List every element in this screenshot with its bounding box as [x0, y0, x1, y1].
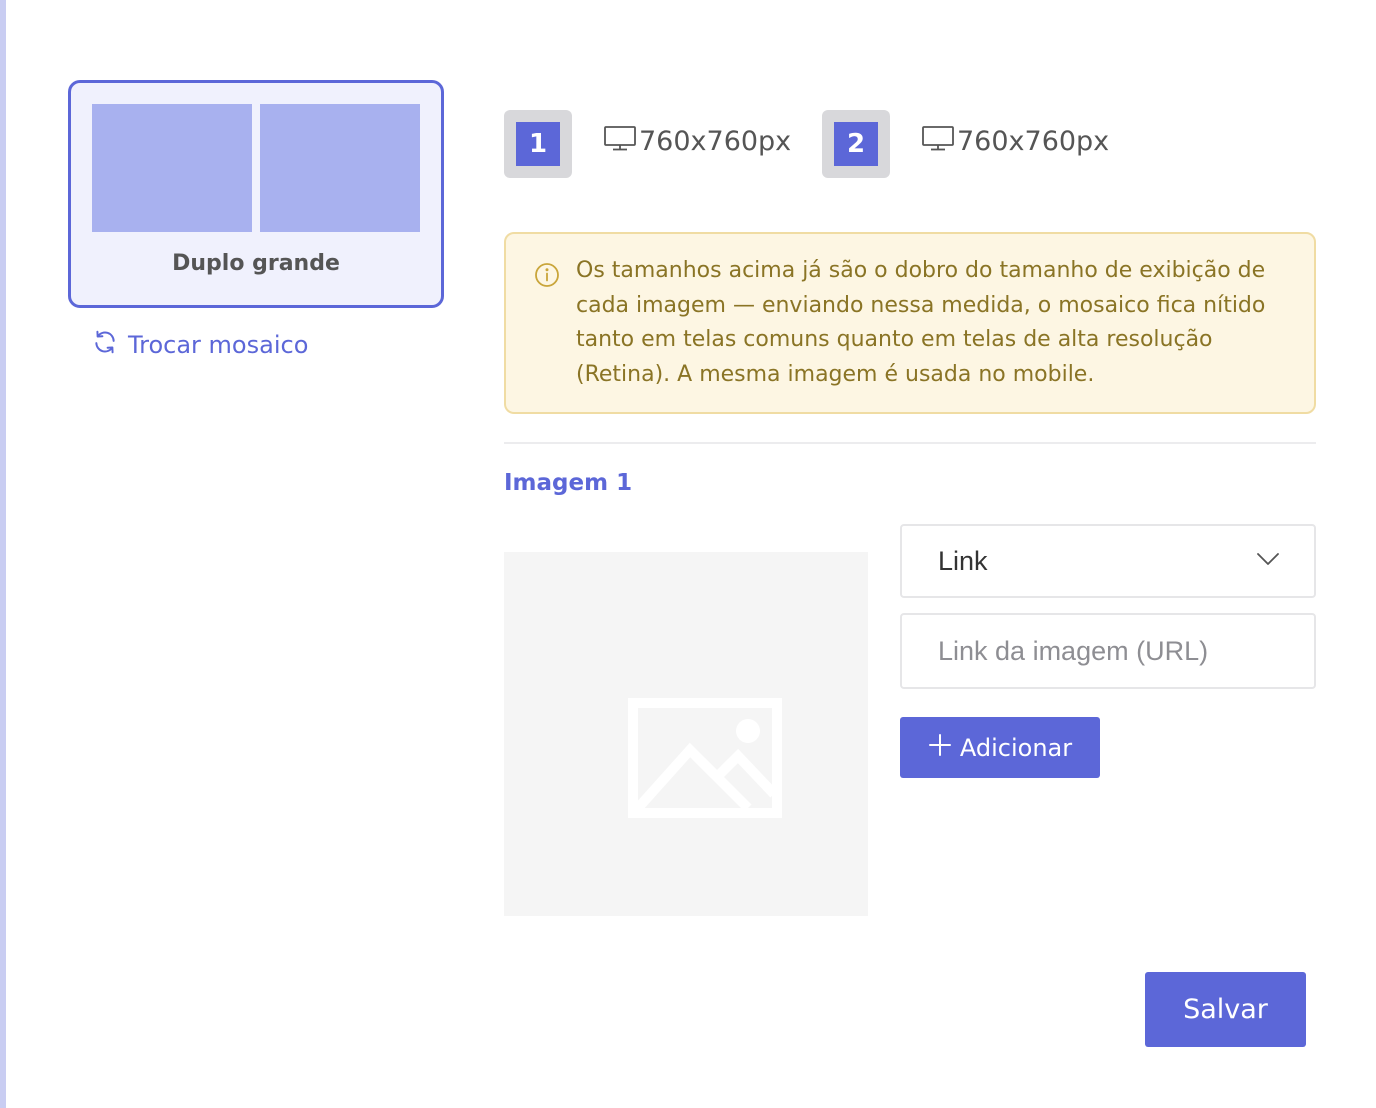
image-slot-number: 1 — [516, 122, 560, 166]
plus-icon — [928, 733, 952, 763]
image-slot-2-chip[interactable]: 2 — [822, 110, 890, 178]
mosaic-tile-2 — [260, 104, 420, 232]
size-label: 760x760px — [639, 125, 792, 157]
monitor-icon — [921, 124, 955, 159]
mosaic-label: Duplo grande — [172, 251, 340, 276]
image-slot-1-chip[interactable]: 1 — [504, 110, 572, 178]
left-rail — [0, 0, 6, 1108]
mosaic-tile-1 — [92, 104, 252, 232]
swap-mosaic-link[interactable]: Trocar mosaico — [92, 328, 308, 362]
add-button-label: Adicionar — [959, 733, 1073, 762]
image-preview — [504, 552, 868, 916]
info-icon — [534, 262, 560, 288]
image-section-title: Imagem 1 — [504, 470, 633, 496]
image-slot-1-size: 760x760px — [603, 122, 791, 160]
chevron-down-icon — [1256, 552, 1280, 571]
add-button[interactable]: Adicionar — [900, 717, 1100, 778]
image-slot-2-size: 760x760px — [921, 122, 1109, 160]
monitor-icon — [603, 124, 637, 159]
refresh-icon — [92, 329, 118, 361]
image-slot-number: 2 — [834, 122, 878, 166]
divider — [504, 442, 1316, 444]
info-text: Os tamanhos acima já são o dobro do tama… — [576, 258, 1266, 387]
mosaic-preview-card[interactable]: Duplo grande — [68, 80, 444, 308]
link-type-select[interactable]: Link — [900, 524, 1316, 598]
size-label: 760x760px — [957, 125, 1110, 157]
info-notice: Os tamanhos acima já são o dobro do tama… — [504, 232, 1316, 414]
image-url-input[interactable] — [900, 613, 1316, 689]
link-type-value: Link — [938, 545, 988, 576]
save-button[interactable]: Salvar — [1145, 972, 1306, 1047]
swap-mosaic-label: Trocar mosaico — [128, 331, 309, 359]
